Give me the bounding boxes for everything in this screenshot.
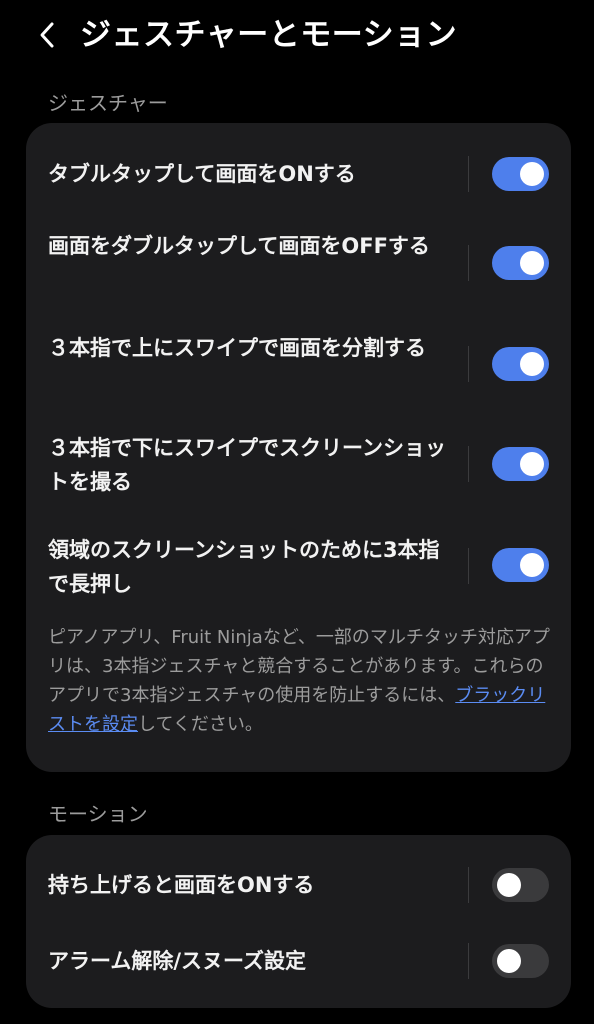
back-button[interactable] xyxy=(30,18,64,52)
toggle-knob xyxy=(520,553,544,577)
setting-row-three-finger-screenshot[interactable]: ３本指で下にスワイプでスクリーンショットを撮る xyxy=(26,429,571,503)
toggle-knob xyxy=(520,251,544,275)
setting-label: 画面をダブルタップして画面をOFFする xyxy=(48,234,430,258)
setting-row-double-tap-off[interactable]: 画面をダブルタップして画面をOFFする xyxy=(26,227,571,301)
toggle-knob xyxy=(520,352,544,376)
toggle-switch-area-screenshot[interactable] xyxy=(492,548,549,582)
setting-row-double-tap-on[interactable]: タブルタップして画面をONする xyxy=(26,151,571,197)
divider xyxy=(468,245,469,281)
toggle-switch-double-tap-off[interactable] xyxy=(492,246,549,280)
toggle-knob xyxy=(497,949,521,973)
toggle-switch-double-tap-on[interactable] xyxy=(492,157,549,191)
toggle-switch-alarm-snooze[interactable] xyxy=(492,944,549,978)
gestures-card: タブルタップして画面をONする 画面をダブルタップして画面をOFFする ３本指で… xyxy=(26,123,571,772)
setting-row-lift-to-wake[interactable]: 持ち上げると画面をONする xyxy=(26,865,571,905)
setting-label: タブルタップして画面をONする xyxy=(48,162,356,186)
section-label-gestures: ジェスチャー xyxy=(48,91,168,115)
setting-label: ３本指で下にスワイプでスクリーンショットを撮る xyxy=(48,436,446,494)
toggle-switch-three-finger-screenshot[interactable] xyxy=(492,447,549,481)
section-label-motion: モーション xyxy=(48,802,148,826)
setting-label: 持ち上げると画面をONする xyxy=(48,873,315,897)
divider xyxy=(468,867,469,903)
divider xyxy=(468,346,469,382)
setting-row-area-screenshot[interactable]: 領域のスクリーンショットのために3本指で長押し xyxy=(26,531,571,605)
divider xyxy=(468,156,469,192)
note-text-after: してください。 xyxy=(138,714,263,735)
app-header: ジェスチャーとモーション xyxy=(0,0,594,80)
setting-row-three-finger-split[interactable]: ３本指で上にスワイプで画面を分割する xyxy=(26,329,571,403)
toggle-knob xyxy=(520,162,544,186)
toggle-switch-three-finger-split[interactable] xyxy=(492,347,549,381)
page-title: ジェスチャーとモーション xyxy=(80,17,458,53)
chevron-left-icon xyxy=(40,22,54,48)
divider xyxy=(468,548,469,584)
toggle-switch-lift-to-wake[interactable] xyxy=(492,868,549,902)
setting-label: 領域のスクリーンショットのために3本指で長押し xyxy=(48,538,440,596)
divider xyxy=(468,446,469,482)
gestures-note: ピアノアプリ、Fruit Ninjaなど、一部のマルチタッチ対応アプリは、3本指… xyxy=(48,623,553,739)
toggle-knob xyxy=(497,873,521,897)
toggle-knob xyxy=(520,452,544,476)
setting-label: アラーム解除/スヌーズ設定 xyxy=(48,949,306,973)
motion-card: 持ち上げると画面をONする アラーム解除/スヌーズ設定 xyxy=(26,835,571,1008)
setting-row-alarm-snooze[interactable]: アラーム解除/スヌーズ設定 xyxy=(26,941,571,981)
divider xyxy=(468,943,469,979)
setting-label: ３本指で上にスワイプで画面を分割する xyxy=(48,336,426,360)
